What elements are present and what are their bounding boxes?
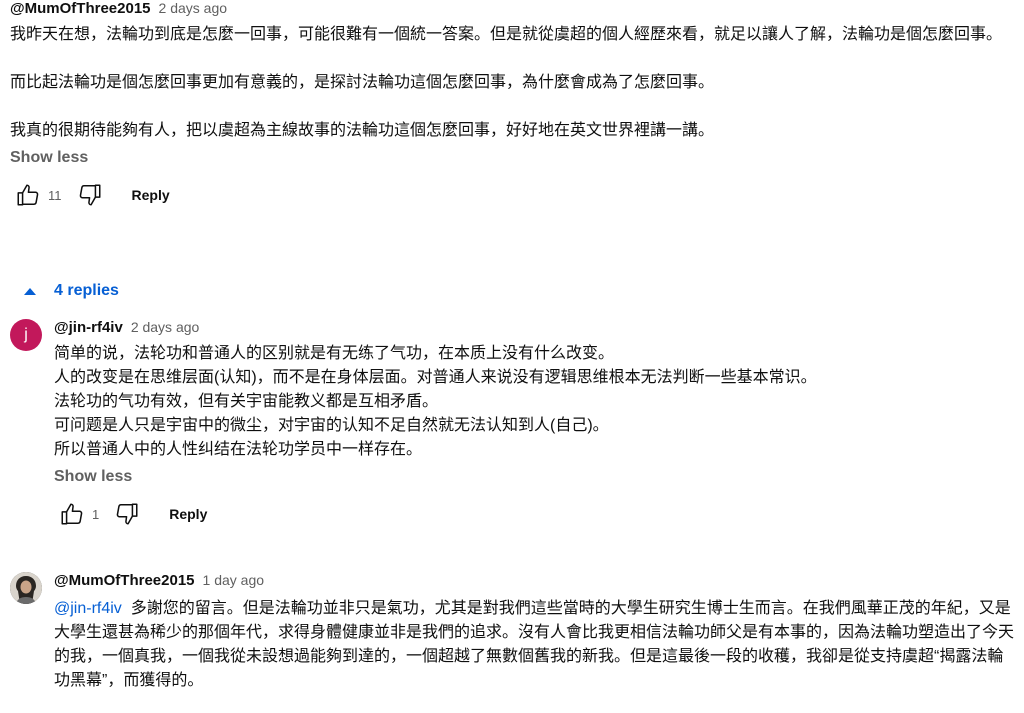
comment-text: 多謝您的留言。但是法輪功並非只是氣功，尤其是對我們這些當時的大學生研究生博士生而… bbox=[54, 600, 1015, 689]
thumbs-up-icon[interactable] bbox=[54, 496, 90, 532]
comment-author[interactable]: @jin-rf4iv bbox=[54, 319, 123, 336]
comment-author[interactable]: @MumOfThree2015 bbox=[10, 0, 151, 17]
reply-button[interactable]: Reply bbox=[159, 498, 217, 530]
comment-text: 简单的说，法轮功和普通人的区别就是有无练了气功，在本质上没有什么改变。 人的改变… bbox=[54, 345, 817, 458]
caret-up-icon bbox=[24, 287, 36, 295]
comment-time[interactable]: 1 day ago bbox=[203, 572, 265, 588]
reply-button[interactable]: Reply bbox=[122, 179, 180, 211]
comment-header: @MumOfThree2015 1 day ago bbox=[54, 572, 1014, 589]
replies-count-label: 4 replies bbox=[54, 282, 119, 299]
comment-header: @jin-rf4iv 2 days ago bbox=[54, 319, 1014, 336]
comment-time[interactable]: 2 days ago bbox=[131, 319, 200, 335]
show-less-button[interactable]: Show less bbox=[54, 468, 1014, 486]
avatar-photo bbox=[10, 572, 42, 604]
avatar[interactable] bbox=[10, 572, 42, 604]
avatar[interactable]: j bbox=[10, 319, 42, 351]
comment-author[interactable]: @MumOfThree2015 bbox=[54, 572, 195, 589]
top-comment: @MumOfThree2015 2 days ago 我昨天在想，法輪功到底是怎… bbox=[10, 0, 1014, 213]
like-count: 1 bbox=[92, 506, 100, 522]
thumbs-down-icon[interactable] bbox=[109, 496, 145, 532]
comment-time[interactable]: 2 days ago bbox=[159, 0, 228, 16]
replies-toggle-button[interactable]: 4 replies bbox=[14, 282, 119, 300]
comment-text-container: @jin-rf4iv 多謝您的留言。但是法輪功並非只是氣功，尤其是對我們這些當時… bbox=[54, 597, 1014, 693]
avatar-letter: j bbox=[24, 326, 28, 343]
thumbs-down-icon[interactable] bbox=[72, 177, 108, 213]
mention-link[interactable]: @jin-rf4iv bbox=[54, 600, 122, 617]
comment-actions: 1 Reply bbox=[54, 496, 1014, 532]
comments-page: @MumOfThree2015 2 days ago 我昨天在想，法輪功到底是怎… bbox=[0, 0, 1024, 713]
thumbs-up-icon[interactable] bbox=[10, 177, 46, 213]
like-count: 11 bbox=[48, 187, 62, 203]
comment-actions: 11 Reply bbox=[10, 177, 1014, 213]
comment-header: @MumOfThree2015 2 days ago bbox=[10, 0, 1014, 17]
show-less-button[interactable]: Show less bbox=[10, 149, 1014, 167]
comment-text: 我昨天在想，法輪功到底是怎麼一回事，可能很難有一個統一答案。但是就從虞超的個人經… bbox=[10, 26, 1003, 139]
reply-comment: @MumOfThree2015 1 day ago @jin-rf4iv 多謝您… bbox=[54, 572, 1014, 693]
reply-comment: @jin-rf4iv 2 days ago 简单的说，法轮功和普通人的区别就是有… bbox=[54, 319, 1014, 532]
